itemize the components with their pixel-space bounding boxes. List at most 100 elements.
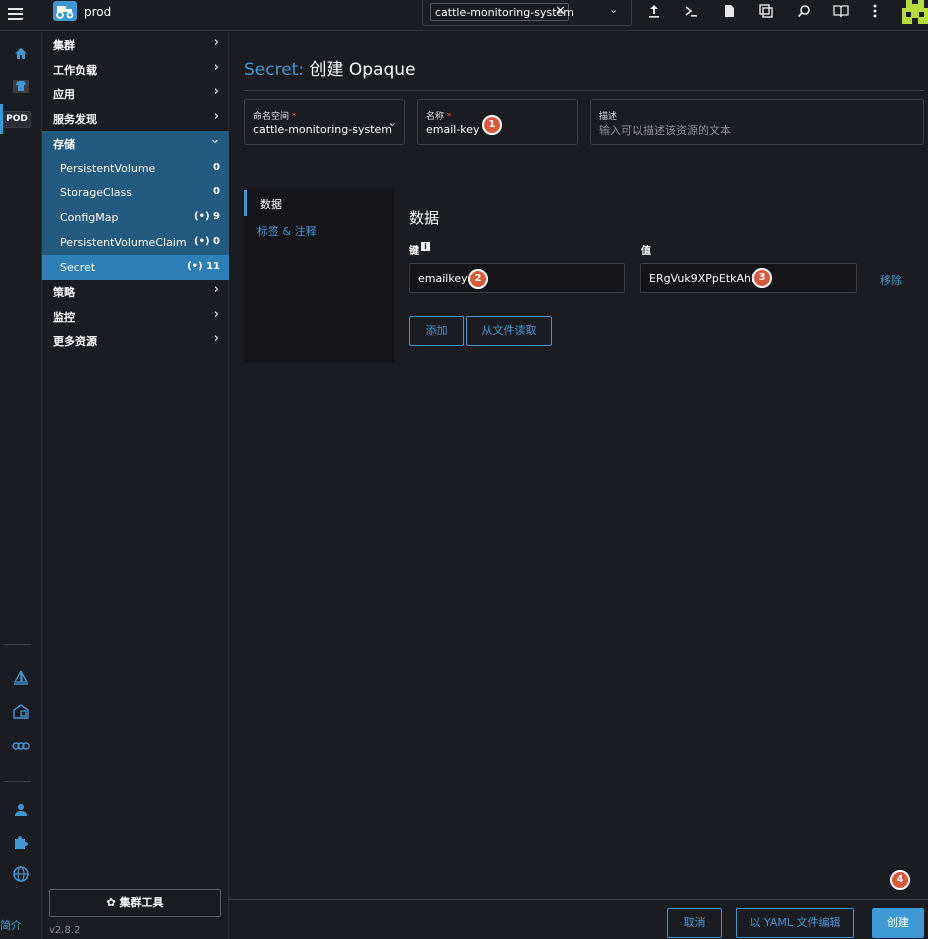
nav-group-policy[interactable]: 策略 › bbox=[42, 279, 229, 304]
chevron-right-icon: › bbox=[213, 84, 219, 99]
nav-group-apps[interactable]: 应用 › bbox=[42, 81, 229, 106]
key-input-value: emailkey bbox=[418, 272, 468, 285]
rail-divider bbox=[4, 781, 31, 782]
sidebar-item-label: Secret bbox=[60, 261, 96, 274]
title-divider bbox=[244, 90, 924, 91]
virtualization-icon[interactable] bbox=[0, 703, 41, 727]
cluster-tools-button[interactable]: ✿ 集群工具 bbox=[49, 889, 221, 917]
cluster-logo-icon bbox=[53, 1, 77, 21]
puzzle-icon[interactable] bbox=[0, 834, 41, 858]
search-icon[interactable] bbox=[795, 4, 813, 22]
sidebar-item-count: (•) 0 bbox=[194, 236, 220, 247]
tab-label: 标签 & 注释 bbox=[257, 225, 317, 238]
top-bar: prod cattle-monitoring-system ✕ ⌄ bbox=[0, 0, 928, 31]
annotation-marker: 4 bbox=[890, 870, 910, 890]
docs-icon[interactable] bbox=[832, 4, 850, 22]
sidebar-item-count: (•) 11 bbox=[187, 261, 220, 272]
fleet-sailboat-icon[interactable] bbox=[0, 670, 41, 694]
tab-data[interactable]: 数据 bbox=[244, 190, 394, 216]
sidebar-item-storageclass[interactable]: StorageClass 0 bbox=[42, 180, 229, 205]
home-icon[interactable] bbox=[0, 44, 41, 68]
globe-icon[interactable] bbox=[0, 866, 41, 890]
annotation-marker: 2 bbox=[468, 269, 488, 289]
sidebar-item-configmap[interactable]: ConfigMap (•) 9 bbox=[42, 205, 229, 230]
value-input-value: ERgVuk9XPpEtkAhK bbox=[649, 272, 759, 285]
sidebar-item-label: PersistentVolume bbox=[60, 162, 156, 175]
hamburger-menu-button[interactable] bbox=[0, 0, 32, 31]
kubectl-shell-icon[interactable] bbox=[682, 4, 700, 22]
namespace-select[interactable]: 命名空间 * cattle-monitoring-system ⌄ bbox=[244, 99, 405, 145]
sidebar-item-label: PersistentVolumeClaim bbox=[60, 236, 187, 249]
nav-group-label: 存储 bbox=[53, 138, 75, 151]
kubeconfig-download-icon[interactable] bbox=[720, 4, 738, 22]
nav-group-service-discovery[interactable]: 服务发现 › bbox=[42, 106, 229, 131]
chevron-right-icon: › bbox=[213, 109, 219, 124]
import-yaml-icon[interactable] bbox=[645, 4, 663, 22]
remove-row-button[interactable]: 移除 bbox=[880, 272, 902, 288]
key-input[interactable]: emailkey bbox=[409, 263, 625, 293]
sidebar-item-label: StorageClass bbox=[60, 186, 132, 199]
sidebar-item-count: 0 bbox=[213, 162, 220, 173]
page-title: Secret: 创建 Opaque bbox=[244, 55, 416, 80]
name-label: 名称 * bbox=[426, 112, 452, 122]
page-title-prefix[interactable]: Secret: bbox=[244, 60, 304, 80]
app-rail: POD 简介 bbox=[0, 32, 42, 939]
key-column-label: 键i bbox=[409, 242, 430, 257]
sidebar-item-persistentvolume[interactable]: PersistentVolume 0 bbox=[42, 156, 229, 181]
side-tabs: 数据 标签 & 注释 bbox=[244, 188, 394, 362]
main-content: Secret: 创建 Opaque 命名空间 * cattle-monitori… bbox=[229, 32, 928, 939]
add-button[interactable]: 添加 bbox=[409, 316, 464, 346]
nav-group-label: 应用 bbox=[53, 88, 75, 101]
avatar[interactable] bbox=[902, 0, 928, 24]
cluster-shirt-icon[interactable] bbox=[0, 77, 41, 101]
more-icon[interactable] bbox=[866, 4, 884, 22]
cancel-button[interactable]: 取消 bbox=[667, 908, 722, 938]
sidebar-item-label: ConfigMap bbox=[60, 211, 119, 224]
chevron-down-icon[interactable]: ⌄ bbox=[609, 3, 618, 16]
hamburger-icon bbox=[8, 8, 23, 22]
pod-badge[interactable]: POD bbox=[3, 111, 31, 128]
nav-group-more-resources[interactable]: 更多资源 › bbox=[42, 328, 229, 353]
sidebar-item-count: (•) 9 bbox=[194, 211, 220, 222]
name-value: email-key bbox=[426, 123, 480, 136]
extensions-chain-icon[interactable] bbox=[0, 735, 41, 759]
rail-divider bbox=[4, 644, 31, 645]
sidebar-item-persistentvolumeclaim[interactable]: PersistentVolumeClaim (•) 0 bbox=[42, 230, 229, 255]
remove-namespace-icon[interactable]: ✕ bbox=[555, 4, 566, 19]
tab-labels-annotations[interactable]: 标签 & 注释 bbox=[244, 217, 394, 243]
namespace-filter-dropdown[interactable]: cattle-monitoring-system ✕ ⌄ bbox=[422, 0, 632, 26]
edit-as-yaml-button[interactable]: 以 YAML 文件编辑 bbox=[736, 908, 854, 938]
read-from-file-button[interactable]: 从文件读取 bbox=[466, 316, 552, 346]
chevron-down-icon: ⌄ bbox=[387, 116, 397, 129]
description-field[interactable]: 描述 输入可以描述该资源的文本 bbox=[590, 99, 924, 145]
chevron-right-icon: › bbox=[213, 60, 219, 75]
data-section-title: 数据 bbox=[409, 209, 440, 227]
value-input[interactable]: ERgVuk9XPpEtkAhK bbox=[640, 263, 857, 293]
about-link[interactable]: 简介 bbox=[0, 917, 22, 933]
tab-label: 数据 bbox=[260, 198, 282, 211]
nav-group-label: 监控 bbox=[53, 311, 75, 324]
page-title-main: 创建 Opaque bbox=[309, 60, 416, 80]
sidebar-item-count: 0 bbox=[213, 186, 220, 197]
user-icon[interactable] bbox=[0, 801, 41, 825]
namespace-chip-label: cattle-monitoring-system bbox=[435, 6, 574, 19]
info-icon[interactable]: i bbox=[421, 242, 430, 251]
nav-group-storage[interactable]: 存储 › bbox=[42, 131, 229, 156]
chevron-right-icon: › bbox=[213, 307, 219, 322]
chevron-down-icon: › bbox=[206, 138, 222, 145]
nav-group-monitoring[interactable]: 监控 › bbox=[42, 304, 229, 329]
chevron-right-icon: › bbox=[213, 35, 219, 50]
annotation-marker: 3 bbox=[752, 268, 772, 288]
description-label: 描述 bbox=[599, 112, 618, 122]
create-button[interactable]: 创建 bbox=[872, 908, 924, 938]
nav-group-cluster[interactable]: 集群 › bbox=[42, 32, 229, 57]
nav-group-label: 策略 bbox=[53, 286, 75, 299]
nav-group-workloads[interactable]: 工作负载 › bbox=[42, 57, 229, 82]
annotation-marker: 1 bbox=[482, 115, 502, 135]
sidebar-item-secret[interactable]: Secret (•) 11 bbox=[42, 255, 229, 280]
nav-group-label: 服务发现 bbox=[53, 113, 97, 126]
side-nav: 集群 › 工作负载 › 应用 › 服务发现 › 存储 › PersistentV… bbox=[42, 32, 229, 939]
form-footer: 取消 以 YAML 文件编辑 创建 bbox=[229, 899, 928, 939]
copy-kubeconfig-icon[interactable] bbox=[757, 4, 775, 22]
version-label: v2.8.2 bbox=[49, 925, 81, 936]
